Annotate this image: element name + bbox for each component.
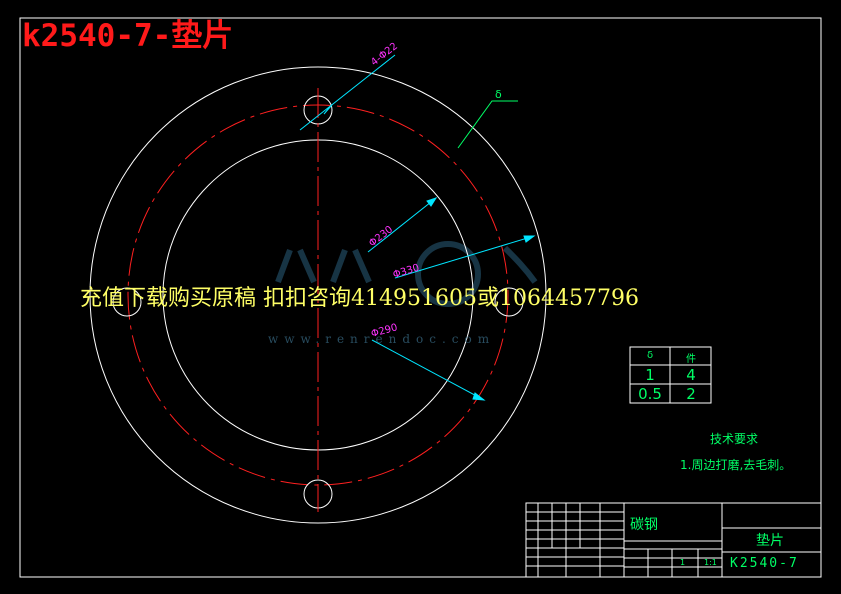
dim-thickness-label: δ bbox=[495, 88, 502, 101]
tech-req-item: 1.周边打磨,去毛刺。 bbox=[680, 458, 792, 472]
spec-cell: 1 bbox=[645, 366, 655, 384]
spec-header-qty: 件 bbox=[686, 354, 696, 365]
title-block-material: 碳钢 bbox=[630, 517, 658, 533]
spec-cell: 2 bbox=[686, 385, 696, 403]
dim-holes-label: 4-Φ22 bbox=[369, 41, 400, 68]
dim-outer bbox=[371, 339, 486, 401]
drawing-title: k2540-7-垫片 bbox=[22, 18, 234, 54]
thickness-leader bbox=[457, 100, 518, 149]
spec-cell: 4 bbox=[686, 366, 696, 384]
title-block-drawing-no: K2540-7 bbox=[730, 556, 799, 571]
title-block-quantity: 1 bbox=[680, 558, 686, 567]
tech-req-heading: 技术要求 bbox=[710, 432, 759, 446]
title-block-scale: 1:1 bbox=[704, 558, 717, 567]
watermark-url: www.renrendoc.com bbox=[268, 332, 496, 346]
spec-header-thickness: δ bbox=[646, 350, 654, 361]
promo-overlay: 充值下载购买原稿 扣扣咨询414951605或1064457796 bbox=[80, 286, 639, 311]
dim-holes bbox=[299, 54, 396, 131]
title-block-part-name: 垫片 bbox=[756, 533, 784, 549]
dim-inner-label: Φ230 bbox=[367, 224, 395, 249]
spec-cell: 0.5 bbox=[638, 385, 662, 403]
